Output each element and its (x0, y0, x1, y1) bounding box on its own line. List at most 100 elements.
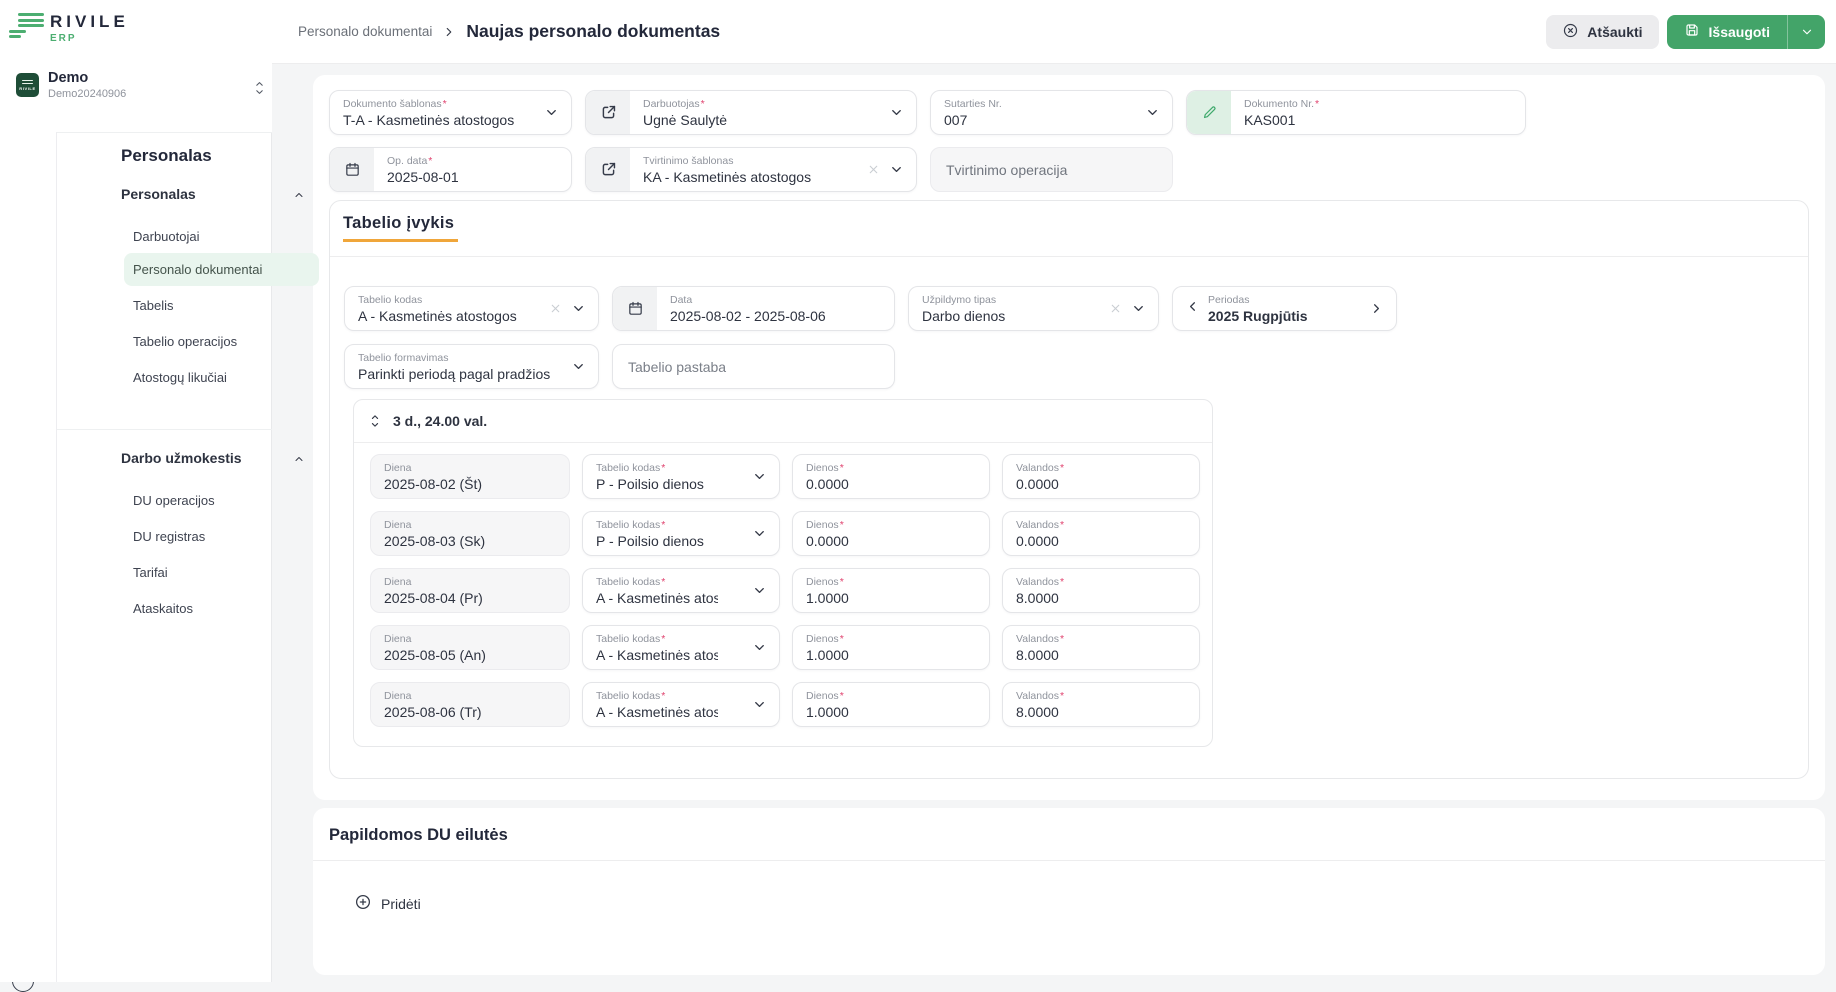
periodas-field[interactable]: Periodas 2025 Rugpjūtis (1172, 286, 1397, 331)
sutarties-nr-field[interactable]: Sutarties Nr. 007 (930, 90, 1173, 135)
diena-field: Diena 2025-08-03 (Sk) (370, 511, 570, 556)
sidebar-item-tarifai[interactable]: Tarifai (124, 556, 319, 589)
field-value: T-A - Kasmetinės atostogos (343, 112, 514, 128)
chevron-down-icon[interactable] (571, 301, 586, 316)
field-value: 2025-08-02 (Št) (384, 476, 482, 492)
field-value: 2025-08-01 (387, 169, 459, 185)
chevron-down-icon[interactable] (544, 105, 559, 120)
sidebar-item-personalo-dokumentai[interactable]: Personalo dokumentai (124, 253, 319, 286)
external-link-icon[interactable] (586, 91, 630, 134)
add-row-button[interactable]: Pridėti (354, 893, 421, 914)
row-dienos-field[interactable]: Dienos*0.0000 (792, 454, 990, 499)
group-label: Personalas (121, 186, 196, 202)
row-tabelio-kodas-field[interactable]: Tabelio kodas*P - Poilsio dienos (582, 511, 780, 556)
tabelio-ivykis-section: Tabelio įvykis Tabelio kodas A - Kasmeti… (329, 200, 1809, 779)
save-dropdown-toggle[interactable] (1787, 15, 1825, 49)
rivile-logo-icon[interactable] (9, 13, 44, 41)
field-label: Valandos (1016, 690, 1059, 702)
required-mark: * (1060, 633, 1064, 645)
tabelio-formavimas-field[interactable]: Tabelio formavimas Parinkti periodą paga… (344, 344, 599, 389)
sidebar-divider (57, 429, 272, 430)
op-data-field[interactable]: Op. data* 2025-08-01 (329, 147, 572, 192)
diena-field: Diena2025-08-04 (Pr) (370, 568, 570, 613)
row-valandos-field[interactable]: Valandos*0.0000 (1002, 454, 1200, 499)
required-mark: * (661, 690, 665, 702)
row-tabelio-kodas-field[interactable]: Tabelio kodas*A - Kasmetinės atostogos (582, 568, 780, 613)
sidebar-group-darbo-uzmokestis[interactable]: Darbo užmokestis (121, 450, 321, 466)
clear-x-icon[interactable] (867, 163, 880, 176)
sidebar-group-personalas[interactable]: Personalas (121, 186, 321, 202)
sidebar-item-du-registras[interactable]: DU registras (124, 520, 319, 553)
cancel-button[interactable]: Atšaukti (1546, 15, 1658, 49)
field-label: Periodas (1208, 294, 1249, 306)
row-dienos-field[interactable]: Dienos*1.0000 (792, 625, 990, 670)
row-dienos-field[interactable]: Dienos*1.0000 (792, 568, 990, 613)
summary-text: 3 d., 24.00 val. (393, 413, 487, 429)
field-label: Tabelio kodas (596, 576, 660, 588)
uzpildymo-tipas-field[interactable]: Užpildymo tipas Darbo dienos (908, 286, 1159, 331)
chevron-down-icon[interactable] (571, 359, 586, 374)
chevron-down-icon[interactable] (752, 526, 767, 541)
brand-panel: RIVILE ERP RIVILE Demo Demo20240906 (0, 0, 272, 132)
tabelio-summary-row[interactable]: 3 d., 24.00 val. (354, 400, 1212, 443)
sidebar-item-du-operacijos[interactable]: DU operacijos (124, 484, 319, 517)
dokumento-nr-field[interactable]: Dokumento Nr.* KAS001 (1186, 90, 1526, 135)
save-button[interactable]: Išsaugoti (1667, 15, 1825, 49)
breadcrumb[interactable]: Personalo dokumentai (298, 24, 432, 39)
tabelio-rows-box: 3 d., 24.00 val. Diena 2025-08-02 (Št) Ta… (353, 399, 1213, 747)
sidebar-item-tabelio-operacijos[interactable]: Tabelio operacijos (124, 325, 319, 358)
diena-field: Diena2025-08-06 (Tr) (370, 682, 570, 727)
tabelio-pastaba-field[interactable]: Tabelio pastaba (612, 344, 895, 389)
sidebar-item-ataskaitos[interactable]: Ataskaitos (124, 592, 319, 625)
section-heading: Papildomos DU eilutės (329, 826, 508, 845)
calendar-icon[interactable] (330, 148, 374, 191)
clear-x-icon[interactable] (1109, 302, 1122, 315)
save-floppy-icon (1684, 22, 1700, 41)
dokumento-sablonas-field[interactable]: Dokumento šablonas* T-A - Kasmetinės ato… (329, 90, 572, 135)
chevron-down-icon[interactable] (889, 105, 904, 120)
chevron-down-icon[interactable] (1131, 301, 1146, 316)
field-value: 1.0000 (806, 647, 849, 663)
field-label: Valandos (1016, 576, 1059, 588)
row-dienos-field[interactable]: Dienos*0.0000 (792, 511, 990, 556)
required-mark: * (840, 519, 844, 531)
tvirtinimo-sablonas-field[interactable]: Tvirtinimo šablonas KA - Kasmetinės atos… (585, 147, 917, 192)
workspace-selector[interactable]: RIVILE Demo Demo20240906 (16, 70, 266, 110)
chevron-down-icon[interactable] (752, 697, 767, 712)
field-value: KA - Kasmetinės atostogos (643, 169, 811, 185)
row-valandos-field[interactable]: Valandos*8.0000 (1002, 568, 1200, 613)
field-label: Diena (384, 519, 485, 531)
data-range-field[interactable]: Data 2025-08-02 - 2025-08-06 (612, 286, 895, 331)
field-value: 0.0000 (1016, 533, 1064, 549)
tabelio-kodas-field[interactable]: Tabelio kodas A - Kasmetinės atostogos (344, 286, 599, 331)
row-dienos-field[interactable]: Dienos*1.0000 (792, 682, 990, 727)
clear-x-icon[interactable] (549, 302, 562, 315)
sidebar-title: Personalas (121, 146, 212, 166)
field-value: 2025-08-03 (Sk) (384, 533, 485, 549)
field-label: Dienos (806, 519, 839, 531)
chevron-down-icon[interactable] (889, 162, 904, 177)
darbuotojas-field[interactable]: Darbuotojas* Ugnė Saulytė (585, 90, 917, 135)
chevron-right-icon[interactable] (1369, 301, 1384, 316)
sidebar-item-tabelis[interactable]: Tabelis (124, 289, 319, 322)
chevron-right-icon (442, 25, 456, 39)
external-link-icon[interactable] (586, 148, 630, 191)
chevron-down-icon[interactable] (752, 469, 767, 484)
chevron-up-icon (293, 188, 305, 204)
page-header: Personalo dokumentai Naujas personalo do… (272, 0, 1836, 64)
calendar-icon[interactable] (613, 287, 657, 330)
field-value: 2025-08-06 (Tr) (384, 704, 482, 720)
row-tabelio-kodas-field[interactable]: Tabelio kodas*P - Poilsio dienos (582, 454, 780, 499)
chevron-left-icon[interactable] (1185, 299, 1200, 314)
chevron-down-icon[interactable] (752, 583, 767, 598)
chevron-down-icon[interactable] (1145, 105, 1160, 120)
row-valandos-field[interactable]: Valandos*0.0000 (1002, 511, 1200, 556)
row-tabelio-kodas-field[interactable]: Tabelio kodas*A - Kasmetinės atostogos (582, 682, 780, 727)
sidebar-item-atostogu-likuciai[interactable]: Atostogų likučiai (124, 361, 319, 394)
field-label: Valandos (1016, 633, 1059, 645)
chevron-down-icon[interactable] (752, 640, 767, 655)
row-tabelio-kodas-field[interactable]: Tabelio kodas*A - Kasmetinės atostogos (582, 625, 780, 670)
row-valandos-field[interactable]: Valandos*8.0000 (1002, 625, 1200, 670)
row-valandos-field[interactable]: Valandos*8.0000 (1002, 682, 1200, 727)
sidebar-item-darbuotojai[interactable]: Darbuotojai (124, 220, 319, 253)
